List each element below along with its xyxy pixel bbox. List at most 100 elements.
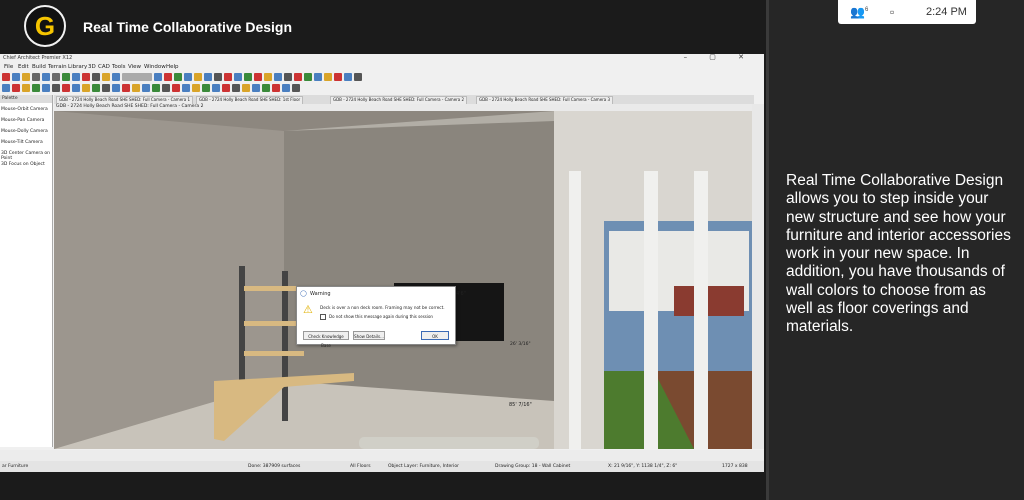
menu-build[interactable]: Build [32,64,46,70]
show-details-button[interactable]: Show Details... [353,331,385,340]
toolbar-icon[interactable] [102,84,110,92]
toolbar-icon[interactable] [42,84,50,92]
toolbar-icon[interactable] [174,73,182,81]
toolbar-icon[interactable] [294,73,302,81]
toolbar-icon[interactable] [204,73,212,81]
toolbar-icon[interactable] [52,73,60,81]
toolbar-icon[interactable] [12,84,20,92]
description-text: Real Time Collaborative Design allows yo… [786,172,1011,336]
toolbar-icon[interactable] [222,84,230,92]
toolbar-icon[interactable] [152,84,160,92]
menu-file[interactable]: File [4,64,13,70]
toolbar-icon[interactable] [102,73,110,81]
toolbar-icon[interactable] [254,73,262,81]
menu-library[interactable]: Library [68,64,87,70]
palette-item[interactable]: 3D Center Camera on Point [1,151,52,161]
palette-item[interactable]: Mouse-Orbit Camera [1,107,48,112]
toolbar-icon[interactable] [354,73,362,81]
toolbar-icon[interactable] [142,84,150,92]
front-wall [284,111,554,401]
status-floors: All Floors [350,464,371,469]
toolbar-icon[interactable] [234,73,242,81]
toolbar-icon[interactable] [272,84,280,92]
status-resolution: 1727 x 838 [722,464,748,469]
palette-item[interactable]: 3D Focus on Object [1,162,45,167]
toolbar-icon[interactable] [112,73,120,81]
toolbar-icon[interactable] [2,84,10,92]
toolbar-icon[interactable] [22,73,30,81]
palette-item[interactable]: Mouse-Tilt Camera [1,140,43,145]
toolbar-icon[interactable] [92,84,100,92]
menu-3d[interactable]: 3D [88,64,96,70]
toolbar-icon[interactable] [202,84,210,92]
toolbar-icon[interactable] [22,84,30,92]
menu-help[interactable]: Help [166,64,179,70]
view-title: GDB - 2724 Holly Beach Road SHE SHED: Fu… [54,104,754,111]
toolbar-icon[interactable] [184,73,192,81]
dimension-label: 85' 7/16" [509,402,532,408]
dialog-checkbox[interactable]: Do not show this message again during th… [320,314,433,320]
toolbar-icon[interactable] [232,84,240,92]
menu-cad[interactable]: CAD [98,64,110,70]
toolbar-icon[interactable] [324,73,332,81]
toolbar-icon[interactable] [192,84,200,92]
palette-panel: Palette Mouse-Orbit Camera Mouse-Pan Cam… [0,95,53,447]
window-controls[interactable]: – ▢ ✕ [684,54,754,61]
status-tool: ar Furniture [2,464,29,469]
toolbar-icon[interactable] [164,73,172,81]
toolbar-icon[interactable] [304,73,312,81]
toolbar-icon[interactable] [274,73,282,81]
toolbar-icon[interactable] [62,84,70,92]
toolbar-icon[interactable] [82,73,90,81]
toolbar-icon[interactable] [82,84,90,92]
toolbar-icon[interactable] [32,84,40,92]
toolbar-icon[interactable] [72,84,80,92]
toolbar-icon[interactable] [314,73,322,81]
zoom-field[interactable] [122,73,152,81]
menu-terrain[interactable]: Terrain [48,64,67,70]
shelf [244,286,304,291]
chat-icon[interactable]: ▫ [890,5,894,19]
toolbar-icon[interactable] [334,73,342,81]
check-knowledge-base-button[interactable]: Check Knowledge Base [303,331,349,348]
ok-button[interactable]: OK [421,331,449,340]
toolbar-icon[interactable] [52,84,60,92]
toolbar-icon[interactable] [212,84,220,92]
toolbar-icon[interactable] [252,84,260,92]
palette-item[interactable]: Mouse-Dolly Camera [1,129,48,134]
toolbar-icon[interactable] [2,73,10,81]
toolbar-icon[interactable] [284,73,292,81]
clock-time: 2:24 PM [926,6,967,18]
toolbar-icon[interactable] [182,84,190,92]
menu-edit[interactable]: Edit [18,64,29,70]
toolbar-icon[interactable] [122,84,130,92]
3d-camera-view[interactable]: 26' 3/16" 85' 7/16" 4'6" [54,111,752,449]
toolbar-icon[interactable] [282,84,290,92]
toolbar-icon[interactable] [264,73,272,81]
toolbar-icon[interactable] [194,73,202,81]
toolbar-icon[interactable] [42,73,50,81]
people-icon[interactable]: 👥6 [850,5,868,19]
menu-tools[interactable]: Tools [112,64,126,70]
toolbar-icon[interactable] [262,84,270,92]
toolbar-icon[interactable] [92,73,100,81]
toolbar-icon[interactable] [132,84,140,92]
warning-dialog: ◯ Warning ⚠ Deck is over a non deck room… [296,286,456,348]
palette-item[interactable]: Mouse-Pan Camera [1,118,44,123]
toolbar-icon[interactable] [154,73,162,81]
toolbar-icon[interactable] [72,73,80,81]
menu-view[interactable]: View [128,64,141,70]
toolbar-icon[interactable] [214,73,222,81]
toolbar-icon[interactable] [32,73,40,81]
toolbar-icon[interactable] [62,73,70,81]
toolbar-icon[interactable] [112,84,120,92]
toolbar-icon[interactable] [172,84,180,92]
toolbar-icon[interactable] [244,73,252,81]
toolbar-icon[interactable] [162,84,170,92]
menu-window[interactable]: Window [144,64,166,70]
toolbar-icon[interactable] [12,73,20,81]
toolbar-icon[interactable] [242,84,250,92]
toolbar-icon[interactable] [292,84,300,92]
toolbar-icon[interactable] [344,73,352,81]
toolbar-icon[interactable] [224,73,232,81]
